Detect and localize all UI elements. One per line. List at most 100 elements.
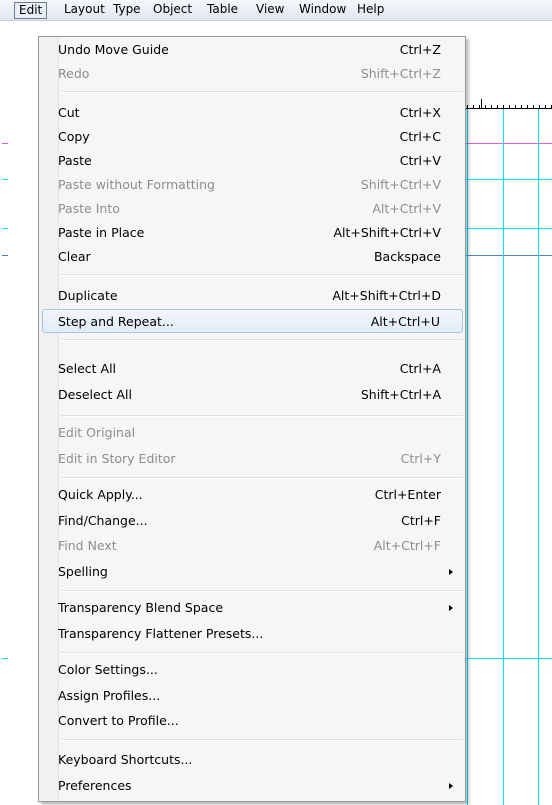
menu-item-label: Color Settings... <box>58 662 158 677</box>
column-guide[interactable] <box>538 109 539 805</box>
menu-item-label: Copy <box>58 129 90 144</box>
menu-item-spelling[interactable]: Spelling <box>42 560 463 584</box>
menu-item-label: Paste <box>58 153 92 168</box>
menu-separator <box>61 477 463 479</box>
menu-item-shortcut: Backspace <box>373 249 441 264</box>
guide-marker <box>2 255 8 256</box>
menu-item-clear[interactable]: Clear Backspace <box>42 245 463 269</box>
menu-item-shortcut: Ctrl+Enter <box>374 487 441 502</box>
menu-item-step-and-repeat[interactable]: Step and Repeat... Alt+Ctrl+U <box>42 309 463 333</box>
menu-item-duplicate[interactable]: Duplicate Alt+Shift+Ctrl+D <box>42 284 463 308</box>
submenu-arrow-icon <box>449 605 453 611</box>
menu-item-color-settings[interactable]: Color Settings... <box>42 658 463 682</box>
guide-marker <box>2 179 8 180</box>
menu-item-label: Spelling <box>58 564 108 579</box>
menu-item-label: Paste without Formatting <box>58 177 215 192</box>
left-ruler-strip <box>0 21 10 805</box>
menu-item-edit-in-story-editor[interactable]: Edit in Story Editor Ctrl+Y <box>42 447 463 471</box>
menu-item-shortcut: Ctrl+F <box>401 513 441 528</box>
menu-object[interactable]: Object <box>149 2 196 19</box>
menu-separator <box>61 590 463 592</box>
menu-item-label: Keyboard Shortcuts... <box>58 752 193 767</box>
menu-item-keyboard-shortcuts[interactable]: Keyboard Shortcuts... <box>42 748 463 772</box>
menu-item-label: Edit in Story Editor <box>58 451 176 466</box>
menu-item-find-change[interactable]: Find/Change... Ctrl+F <box>42 509 463 533</box>
menu-item-label: Paste in Place <box>58 225 145 240</box>
menu-item-paste-without-formatting[interactable]: Paste without Formatting Shift+Ctrl+V <box>42 173 463 197</box>
menu-item-preferences[interactable]: Preferences <box>42 774 463 798</box>
menu-item-redo[interactable]: Redo Shift+Ctrl+Z <box>42 62 463 86</box>
menu-item-paste-into[interactable]: Paste Into Alt+Ctrl+V <box>42 197 463 221</box>
menu-item-label: Transparency Blend Space <box>58 600 224 615</box>
submenu-arrow-icon <box>449 569 453 575</box>
menu-item-edit-original[interactable]: Edit Original <box>42 421 463 445</box>
menu-item-shortcut: Alt+Ctrl+F <box>373 538 441 553</box>
guide-marker <box>2 143 8 144</box>
menu-item-shortcut: Ctrl+V <box>399 153 441 168</box>
menu-item-label: Preferences <box>58 778 132 793</box>
menu-item-label: Deselect All <box>58 387 132 402</box>
menu-item-label: Redo <box>58 66 90 81</box>
menu-item-shortcut: Alt+Shift+Ctrl+D <box>332 288 441 303</box>
menu-separator <box>61 739 463 741</box>
menu-item-label: Duplicate <box>58 288 118 303</box>
menu-item-shortcut: Ctrl+Y <box>400 451 441 466</box>
menu-table[interactable]: Table <box>203 2 242 19</box>
menu-type[interactable]: Type <box>109 2 145 19</box>
horizontal-ruler[interactable] <box>462 96 552 109</box>
menu-item-shortcut: Shift+Ctrl+Z <box>360 66 441 81</box>
menu-separator <box>61 652 463 654</box>
ruler-major-tick <box>481 99 482 109</box>
menu-item-shortcut: Alt+Ctrl+V <box>372 201 441 216</box>
menu-item-shortcut: Ctrl+A <box>399 361 441 376</box>
menu-item-shortcut: Ctrl+C <box>399 129 441 144</box>
menu-item-shortcut: Ctrl+X <box>399 105 441 120</box>
menu-item-shortcut: Alt+Shift+Ctrl+V <box>333 225 441 240</box>
menu-item-label: Quick Apply... <box>58 487 143 502</box>
menu-edit[interactable]: Edit <box>14 2 48 19</box>
menu-item-label: Step and Repeat... <box>58 314 174 329</box>
menu-item-transparency-flattener-presets[interactable]: Transparency Flattener Presets... <box>42 622 463 646</box>
menu-item-paste-in-place[interactable]: Paste in Place Alt+Shift+Ctrl+V <box>42 221 463 245</box>
menu-item-label: Find/Change... <box>58 513 148 528</box>
menu-separator <box>61 91 463 93</box>
menu-help[interactable]: Help <box>353 2 388 19</box>
menu-item-cut[interactable]: Cut Ctrl+X <box>42 101 463 125</box>
menu-item-label: Select All <box>58 361 117 376</box>
column-guide[interactable] <box>467 109 468 805</box>
menu-item-shortcut: Shift+Ctrl+V <box>360 177 441 192</box>
menu-item-label: Transparency Flattener Presets... <box>58 626 264 641</box>
menu-item-label: Find Next <box>58 538 117 553</box>
guide-marker <box>2 228 8 229</box>
menu-item-deselect-all[interactable]: Deselect All Shift+Ctrl+A <box>42 383 463 407</box>
menu-item-convert-to-profile[interactable]: Convert to Profile... <box>42 709 463 733</box>
menu-separator <box>61 415 463 417</box>
edit-menu-dropdown: Undo Move Guide Ctrl+Z Redo Shift+Ctrl+Z… <box>38 36 466 802</box>
menu-item-select-all[interactable]: Select All Ctrl+A <box>42 357 463 381</box>
menu-item-label: Undo Move Guide <box>58 42 169 57</box>
menubar: Edit Layout Type Object Table View Windo… <box>0 0 552 21</box>
menu-item-find-next[interactable]: Find Next Alt+Ctrl+F <box>42 534 463 558</box>
menu-item-shortcut: Alt+Ctrl+U <box>370 314 440 329</box>
menu-item-label: Assign Profiles... <box>58 688 161 703</box>
menu-item-label: Cut <box>58 105 80 120</box>
menu-item-copy[interactable]: Copy Ctrl+C <box>42 125 463 149</box>
menu-item-undo[interactable]: Undo Move Guide Ctrl+Z <box>42 38 463 62</box>
guide-marker <box>2 658 8 659</box>
menu-item-quick-apply[interactable]: Quick Apply... Ctrl+Enter <box>42 483 463 507</box>
menu-view[interactable]: View <box>252 2 288 19</box>
menu-item-label: Paste Into <box>58 201 120 216</box>
menu-item-shortcut: Shift+Ctrl+A <box>360 387 441 402</box>
menu-item-assign-profiles[interactable]: Assign Profiles... <box>42 684 463 708</box>
menu-separator <box>61 274 463 276</box>
menu-item-label: Clear <box>58 249 91 264</box>
menu-item-transparency-blend-space[interactable]: Transparency Blend Space <box>42 596 463 620</box>
menu-window[interactable]: Window <box>295 2 350 19</box>
menu-item-label: Edit Original <box>58 425 136 440</box>
menu-separator <box>61 339 463 341</box>
submenu-arrow-icon <box>449 783 453 789</box>
column-guide[interactable] <box>503 109 504 805</box>
menu-item-label: Convert to Profile... <box>58 713 179 728</box>
menu-item-paste[interactable]: Paste Ctrl+V <box>42 149 463 173</box>
menu-layout[interactable]: Layout <box>60 2 109 19</box>
